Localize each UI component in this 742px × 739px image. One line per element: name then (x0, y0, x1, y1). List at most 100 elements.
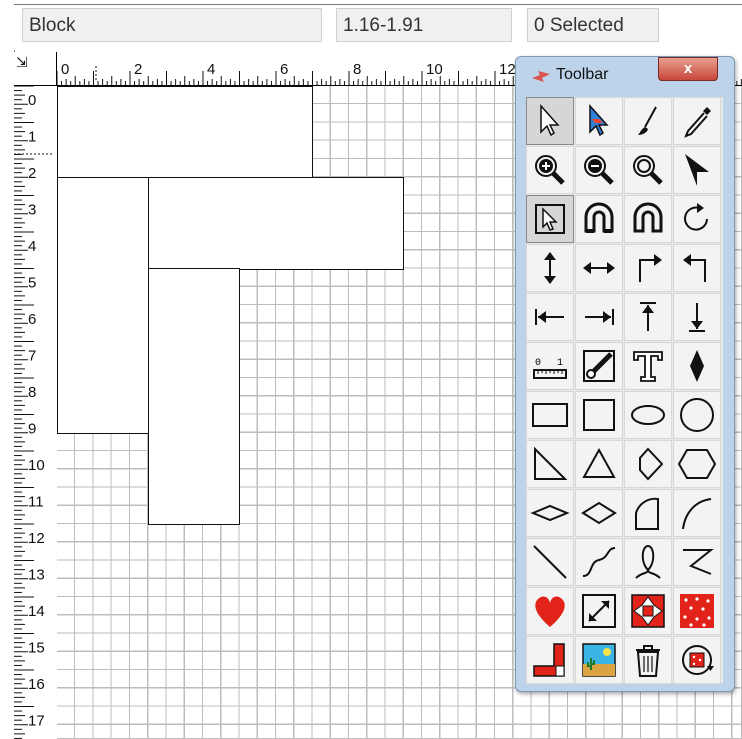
rectangle-tool-button[interactable] (526, 391, 574, 439)
rotate-tool-button[interactable] (673, 195, 721, 243)
diamond-point-tool-button[interactable] (673, 342, 721, 390)
ruler-label: 16 (28, 676, 45, 693)
flat-diamond-tool-button[interactable] (526, 489, 574, 537)
ruler-label: 13 (28, 567, 45, 584)
square-tool-button[interactable] (575, 391, 623, 439)
vertical-arrow-tool-button[interactable] (526, 244, 574, 292)
selection-count-field: 0 Selected (527, 8, 659, 42)
knife-tool-button[interactable] (575, 342, 623, 390)
zoom-out-icon (584, 155, 614, 185)
status-bar: Block 1.16-1.91 0 Selected (0, 0, 742, 50)
text-icon (633, 351, 663, 382)
resize-icon (582, 594, 616, 628)
ruler-origin-button[interactable]: ⇲ (14, 52, 57, 86)
arrow-right-bar-tool-button[interactable] (575, 293, 623, 341)
polka-dots-icon (680, 594, 714, 628)
svg-text:0: 0 (535, 358, 541, 369)
trash-tool-button[interactable] (624, 636, 672, 684)
pentagon-tool-button[interactable] (624, 440, 672, 488)
zoom-out-tool-button[interactable] (575, 146, 623, 194)
trash-icon (636, 645, 660, 677)
arc-icon (682, 498, 712, 530)
corner-left-tool-button[interactable] (673, 244, 721, 292)
arrow-left-bar-tool-button[interactable] (526, 293, 574, 341)
ruler-label: 4 (207, 61, 215, 78)
rectangle-icon (532, 403, 568, 427)
corner-right-tool-button[interactable] (624, 244, 672, 292)
ruler-origin-icon: ⇲ (16, 54, 28, 70)
color-select-arrow-tool-button[interactable] (575, 97, 623, 145)
vertical-arrow-icon (544, 252, 556, 284)
knife-icon (583, 350, 615, 382)
patch-left-rectangle[interactable] (57, 177, 150, 434)
horizontal-arrow-tool-button[interactable] (575, 244, 623, 292)
line-tool-button[interactable] (526, 538, 574, 586)
eyedropper-tool-button[interactable] (673, 97, 721, 145)
select-rectangle-icon (535, 204, 565, 234)
select-rectangle-tool-button[interactable] (526, 195, 574, 243)
ruler-label: 9 (28, 421, 36, 438)
brush-icon (638, 106, 657, 135)
ruler-icon: 01 (533, 358, 567, 379)
ruler-label: 0 (61, 61, 69, 78)
eyedropper-icon (684, 107, 711, 138)
diamond-tool-button[interactable] (575, 489, 623, 537)
rotate-icon (684, 203, 708, 231)
quarter-circle-tool-button[interactable] (624, 489, 672, 537)
arrow-down-bar-tool-button[interactable] (673, 293, 721, 341)
resize-tool-button[interactable] (575, 587, 623, 635)
circle-tool-button[interactable] (673, 391, 721, 439)
brush-tool-button[interactable] (624, 97, 672, 145)
heart-tool-button[interactable] (526, 587, 574, 635)
horizontal-arrow-icon (583, 262, 615, 274)
ruler-tool-button[interactable]: 01 (526, 342, 574, 390)
picture-tool-button[interactable] (575, 636, 623, 684)
arc-tool-button[interactable] (673, 489, 721, 537)
curve-tool-button[interactable] (575, 538, 623, 586)
patch-middle-rectangle[interactable] (148, 177, 404, 270)
zoom-in-tool-button[interactable] (526, 146, 574, 194)
ellipse-tool-button[interactable] (624, 391, 672, 439)
fabric-rotate-tool-button[interactable] (673, 636, 721, 684)
magnet-tool-button[interactable] (575, 195, 623, 243)
zoom-fit-icon (633, 155, 663, 185)
arrow-up-bar-icon (640, 302, 656, 331)
magnet-icon (584, 202, 614, 233)
arrow-up-bar-tool-button[interactable] (624, 293, 672, 341)
ruler-label: 3 (28, 202, 36, 219)
polka-dots-tool-button[interactable] (673, 587, 721, 635)
triangle-tool-button[interactable] (575, 440, 623, 488)
patch-top-rectangle[interactable] (57, 86, 313, 178)
ruler-label: 11 (28, 494, 44, 511)
zigzag-tool-button[interactable] (673, 538, 721, 586)
l-shape-tool-button[interactable] (526, 636, 574, 684)
ruler-label: 4 (28, 238, 36, 255)
star-block-tool-button[interactable] (624, 587, 672, 635)
ruler-label: 2 (28, 165, 36, 182)
zoom-in-icon (535, 155, 565, 185)
select-arrow-tool-button[interactable] (526, 97, 574, 145)
hexagon-icon (677, 449, 717, 479)
ruler-label: 1 (28, 129, 36, 146)
vertical-ruler: 0 1 2 3 4 5 6 7 8 9 10 11 12 13 14 15 16 17 (14, 85, 56, 739)
status-bar-divider (14, 4, 742, 5)
loop-tool-button[interactable] (624, 538, 672, 586)
ruler-label: 8 (28, 384, 36, 401)
ruler-label: 14 (28, 603, 45, 620)
patch-bottom-rectangle[interactable] (148, 268, 240, 525)
black-arrow-tool-button[interactable] (673, 146, 721, 194)
hexagon-tool-button[interactable] (673, 440, 721, 488)
toolbar-close-button[interactable]: x (658, 57, 718, 81)
right-triangle-tool-button[interactable] (526, 440, 574, 488)
diamond-icon (581, 501, 617, 525)
corner-left-icon (683, 254, 706, 282)
magnet-alt-tool-button[interactable] (624, 195, 672, 243)
zoom-fit-tool-button[interactable] (624, 146, 672, 194)
curve-icon (582, 547, 616, 577)
ellipse-icon (631, 405, 665, 425)
ruler-label: 12 (499, 61, 516, 78)
text-tool-button[interactable] (624, 342, 672, 390)
diamond-point-icon (690, 350, 704, 382)
vertical-ruler-ticks: 01234567891011121314151617 (14, 85, 54, 739)
quarter-circle-icon (635, 497, 659, 530)
